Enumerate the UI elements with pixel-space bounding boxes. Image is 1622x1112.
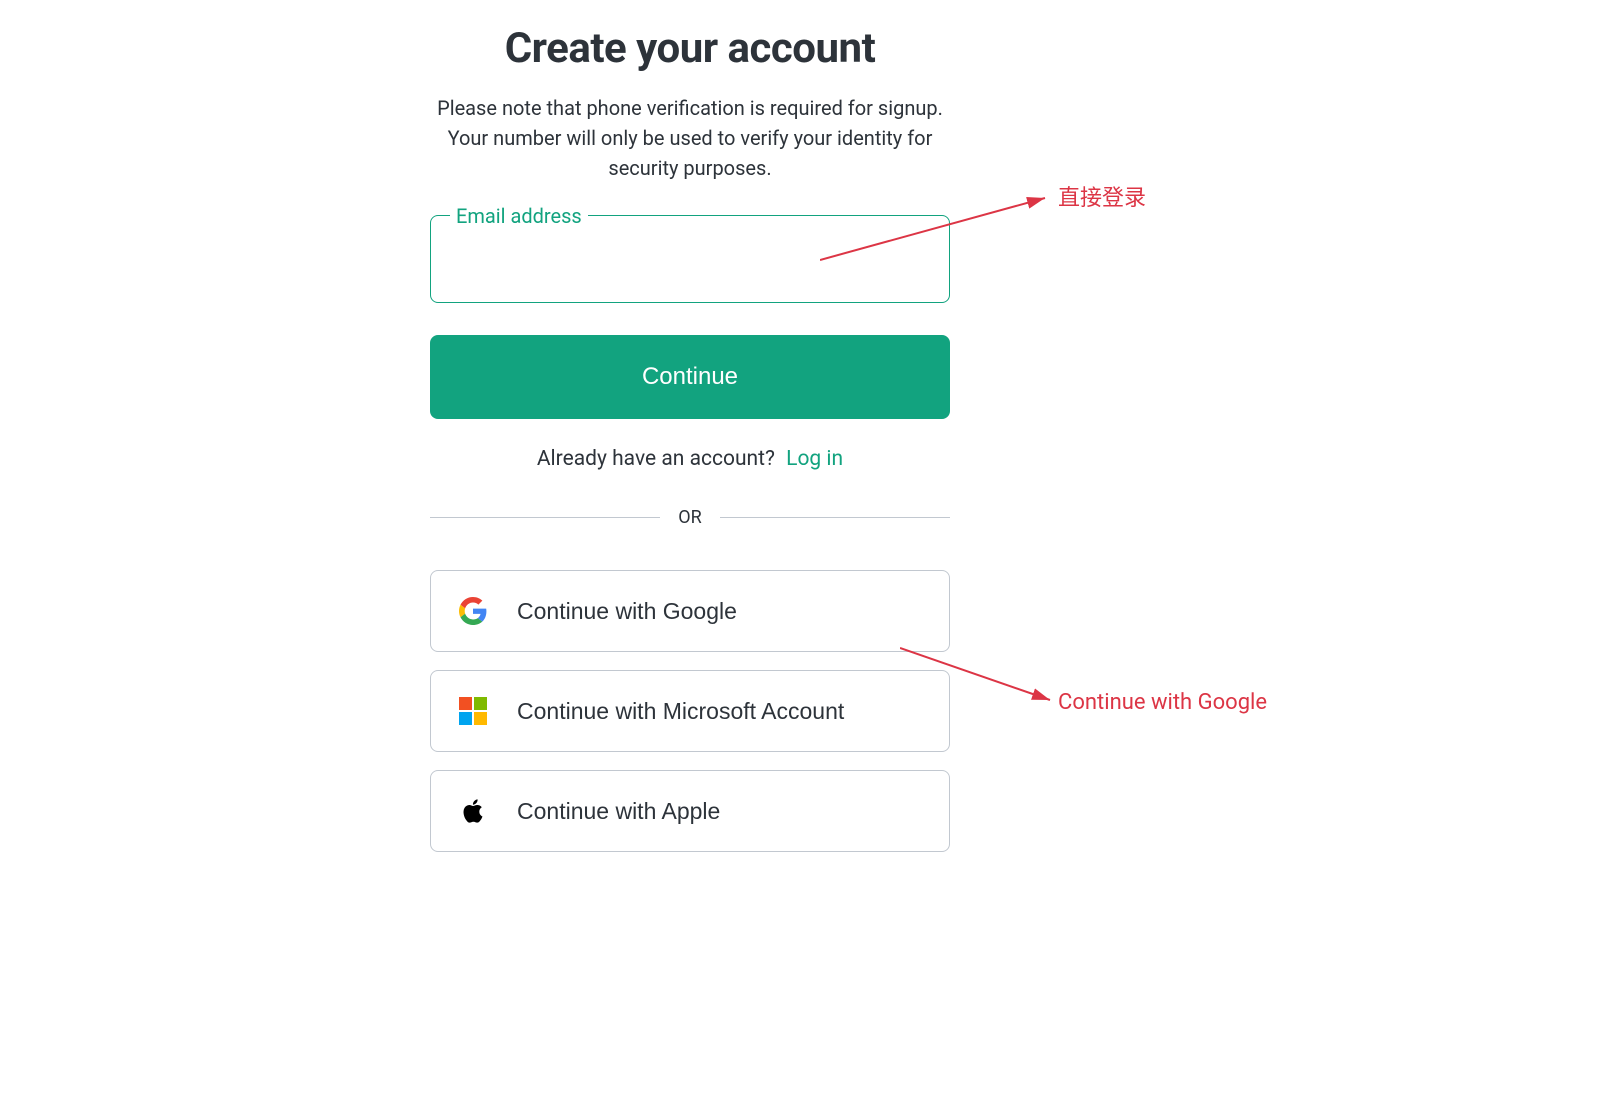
email-input[interactable] — [430, 215, 950, 303]
page-subtitle: Please note that phone verification is r… — [430, 93, 950, 183]
continue-button[interactable]: Continue — [430, 335, 950, 419]
divider-row: OR — [430, 507, 950, 528]
apple-login-label: Continue with Apple — [517, 798, 720, 825]
microsoft-icon — [459, 697, 487, 725]
divider-label: OR — [678, 507, 701, 528]
google-login-label: Continue with Google — [517, 598, 737, 625]
login-link[interactable]: Log in — [786, 447, 843, 471]
email-field-wrap: Email address — [430, 215, 950, 303]
email-label: Email address — [450, 204, 588, 228]
login-prompt-text: Already have an account? — [537, 447, 775, 471]
divider-right — [720, 517, 950, 518]
apple-login-button[interactable]: Continue with Apple — [430, 770, 950, 852]
apple-icon — [459, 797, 487, 825]
login-prompt-line: Already have an account? Log in — [430, 447, 950, 471]
microsoft-login-label: Continue with Microsoft Account — [517, 698, 844, 725]
page-title: Create your account — [430, 24, 950, 73]
microsoft-login-button[interactable]: Continue with Microsoft Account — [430, 670, 950, 752]
google-icon — [459, 597, 487, 625]
annotation-1: 直接登录 — [1058, 180, 1146, 212]
annotation-2: Continue with Google — [1058, 690, 1267, 715]
divider-left — [430, 517, 660, 518]
google-login-button[interactable]: Continue with Google — [430, 570, 950, 652]
